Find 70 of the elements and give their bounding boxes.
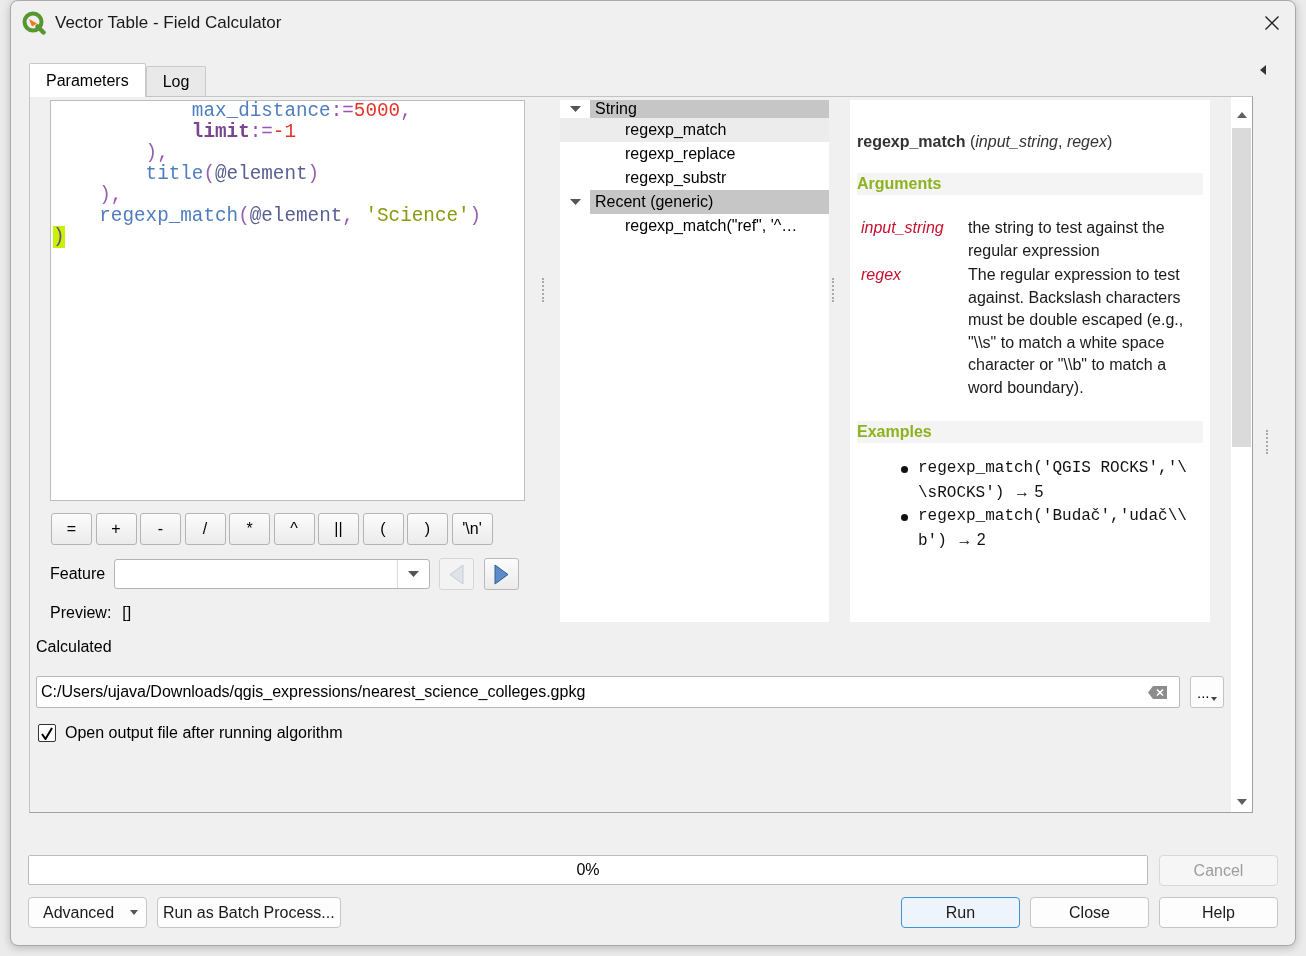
next-feature-button[interactable] [484,558,519,590]
expand-arrow-icon[interactable] [569,199,581,205]
scrollbar-thumb[interactable] [1232,128,1251,447]
scroll-up-icon[interactable] [1236,112,1247,118]
bullet-icon [901,514,908,521]
right-arrow-icon [494,563,509,585]
operator-button[interactable]: - [140,513,181,545]
section-heading: Examples [857,421,1203,443]
code-line: regexp_match(@element, 'Science') [99,205,482,227]
operator-button[interactable]: * [229,513,270,545]
output-label: Calculated [36,637,112,657]
checkbox[interactable] [38,724,56,742]
caret-icon [1210,697,1217,701]
group-header[interactable]: Recent (generic) [590,190,829,214]
argument-name: regex [860,265,902,285]
operator-button[interactable]: ) [407,513,448,545]
function-item[interactable]: regexp_match [560,118,829,142]
argument-description: The regular expression to test against. Backslash characters must be double escaped (e.g., "\\s" to match a white space character or "\\b" to match a word boundary). [968,265,1185,398]
section-heading: Arguments [857,173,1203,195]
app-logo-icon [22,11,46,35]
output-path-field[interactable]: C:/Users/ujava/Downloads/qgis_expressions/nearest_science_colleges.gpkg [36,676,1180,708]
scroll-down-icon[interactable] [1236,799,1247,805]
operator-button[interactable]: = [51,513,92,545]
bullet-icon [901,466,908,473]
operator-button[interactable]: / [184,513,226,545]
tab[interactable]: Parameters [29,63,146,97]
expand-arrow-icon[interactable] [569,106,581,112]
function-item[interactable]: regexp_substr [560,166,829,190]
code-line: title(@element) [145,163,320,185]
code-line: ), [145,142,169,164]
code-line: max_distance:=5000, [191,100,412,122]
operator-button[interactable]: ^ [273,513,315,545]
dialog-button[interactable]: Close [1030,897,1149,928]
dialog-button[interactable]: Help [1159,897,1278,928]
dropdown-arrow-icon [408,571,419,577]
splitter-handle[interactable] [832,278,834,302]
feature-label: Feature [50,565,107,583]
dialog-button[interactable]: Run as Batch Process... [157,897,341,928]
left-arrow-icon [449,563,464,585]
dropdown-button[interactable]: Advanced [28,897,147,928]
operator-button[interactable]: + [95,513,137,545]
preview-label: Preview: [50,603,112,623]
splitter-handle[interactable] [541,278,544,302]
browse-button[interactable]: ... [1190,676,1224,708]
group-header[interactable]: String [590,100,829,118]
preview-value: [] [122,603,132,623]
code-line: ), [99,184,123,206]
function-item[interactable]: regexp_replace [560,142,829,166]
progress-text: 0% [576,861,600,879]
expression-editor[interactable]: max_distance:=5000, limit:=-1 ), title(@element) ), regexp_match(@element, 'Science') ) [50,100,525,501]
collapse-arrow-icon[interactable] [1260,65,1266,75]
checkbox-label[interactable]: Open output file after running algorithm [65,724,343,742]
code-line: limit:=-1 [191,121,296,143]
example-code: regexp_match('Budač','udač\\b') → 2 [918,506,1188,552]
function-item[interactable]: regexp_match("ref", '^… [560,214,829,238]
clear-icon[interactable] [1148,685,1167,699]
caret-icon [130,910,138,915]
close-icon[interactable] [1265,16,1279,30]
splitter-handle[interactable] [1266,430,1268,454]
scrollbar[interactable] [1231,97,1252,812]
tab[interactable]: Log [145,66,207,96]
operator-button[interactable]: || [318,513,359,545]
primary-button[interactable]: Run [901,897,1020,928]
function-signature: regexp_match (input_string, regex) [857,132,1114,152]
operator-button[interactable]: '\n' [451,513,493,545]
argument-description: the string to test against the regular expression [968,218,1166,261]
operator-button[interactable]: ( [362,513,404,545]
checkmark-icon [41,726,53,740]
argument-name: input_string [860,218,944,238]
window-title: Vector Table - Field Calculator [55,13,282,33]
